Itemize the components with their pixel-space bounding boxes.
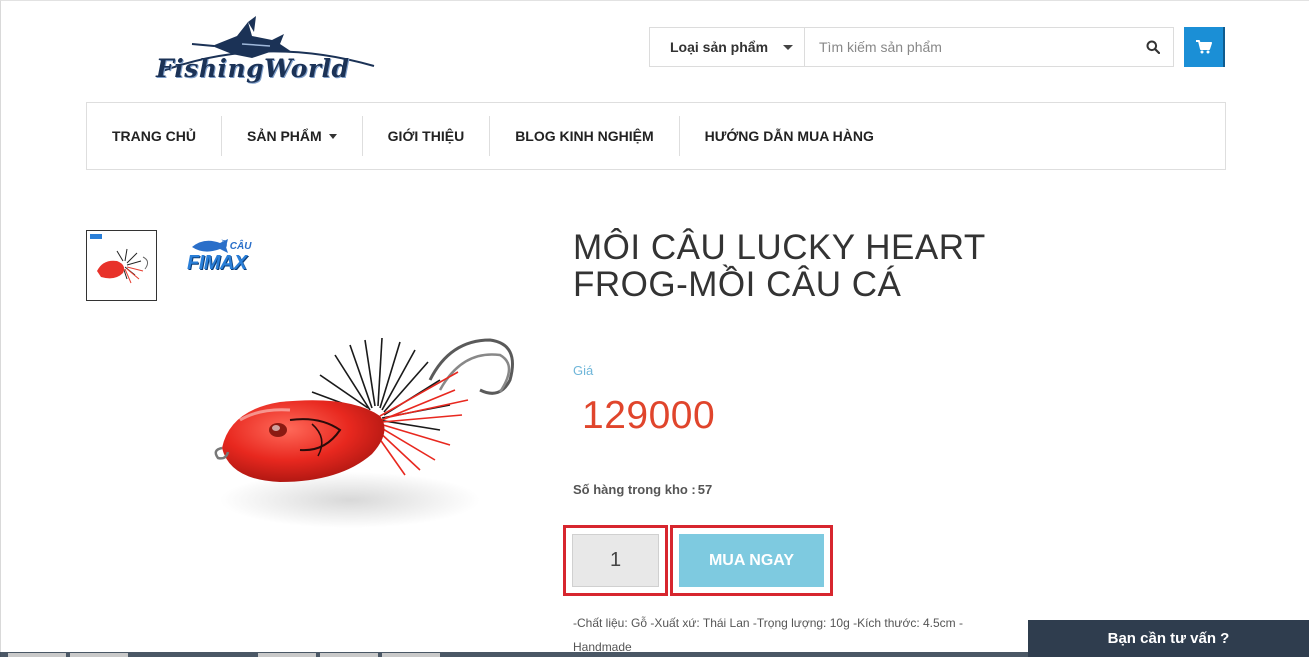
site-logo[interactable]: FishingWorld (152, 14, 378, 84)
bottom-strip-tab (382, 653, 440, 657)
caret-down-icon (328, 133, 337, 139)
product-description: -Chất liệu: Gỗ -Xuất xứ: Thái Lan -Trọng… (573, 616, 963, 654)
nav-item-label: TRANG CHỦ (112, 128, 196, 144)
caret-down-icon (783, 45, 793, 50)
brand-name: FIMAX (187, 252, 247, 274)
search-icon (1146, 40, 1160, 54)
product-title: MÔI CÂU LUCKY HEART FROG-MỒI CÂU CÁ (573, 228, 986, 304)
search-button[interactable] (1133, 28, 1173, 66)
nav-item-about[interactable]: GIỚI THIỆU (363, 116, 491, 156)
cart-button[interactable] (1184, 27, 1225, 67)
bottom-strip-tab (320, 653, 378, 657)
fimax-brand-logo: ĐỒ CÂU FIMAX (184, 235, 276, 277)
bottom-strip-tab (70, 653, 128, 657)
brand-tagline: ĐỒ CÂU (212, 241, 252, 252)
quantity-input[interactable] (572, 534, 659, 587)
price-label: Giá (573, 363, 594, 378)
cart-icon (1195, 40, 1212, 54)
buy-now-button[interactable]: MUA NGAY (679, 534, 824, 587)
chat-support-button[interactable]: Bạn cần tư vấn ? (1028, 620, 1309, 657)
search-input[interactable] (805, 28, 1133, 66)
frog-lure-thumbnail-icon (90, 234, 149, 284)
search-bar: Loại sản phẩm (649, 27, 1174, 67)
nav-item-label: BLOG KINH NGHIỆM (515, 128, 654, 144)
nav-item-label: GIỚI THIỆU (387, 128, 465, 144)
nav-item-label: SẢN PHẨM (247, 128, 322, 144)
logo-wordmark: FishingWorld (156, 54, 350, 83)
category-dropdown-label: Loại sản phẩm (670, 39, 769, 55)
product-price: 129000 (582, 394, 716, 437)
category-dropdown[interactable]: Loại sản phẩm (650, 28, 805, 66)
bottom-strip-tab (8, 653, 66, 657)
stock-info: Số hàng trong kho :57 (573, 482, 712, 497)
nav-item-buying-guide[interactable]: HƯỚNG DẪN MUA HÀNG (680, 116, 899, 156)
quantity-highlight (563, 525, 668, 596)
product-main-image[interactable] (200, 320, 530, 540)
nav-item-label: HƯỚNG DẪN MUA HÀNG (704, 128, 874, 144)
bottom-taskbar-strip (0, 652, 1028, 657)
nav-item-blog[interactable]: BLOG KINH NGHIỆM (490, 116, 680, 156)
stock-value: 57 (697, 482, 713, 497)
stock-label: Số hàng trong kho : (573, 482, 696, 497)
buy-now-highlight: MUA NGAY (670, 525, 833, 596)
nav-item-products[interactable]: SẢN PHẨM (222, 116, 363, 156)
nav-item-home[interactable]: TRANG CHỦ (87, 116, 222, 156)
main-nav: TRANG CHỦ SẢN PHẨM GIỚI THIỆU BLOG KINH … (86, 102, 1226, 170)
bottom-strip-tab (258, 653, 316, 657)
product-thumbnail[interactable] (86, 230, 157, 301)
frog-lure-image-icon (214, 337, 514, 528)
